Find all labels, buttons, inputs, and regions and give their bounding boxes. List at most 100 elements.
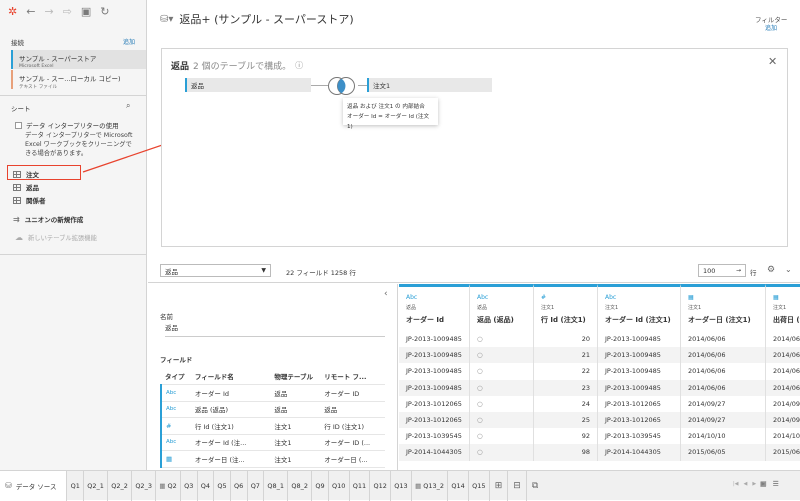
grid-cell[interactable]: JP-2013-1012065 bbox=[598, 395, 681, 412]
close-icon[interactable]: ✕ bbox=[768, 55, 777, 68]
grid-column-header[interactable]: # 注文1 行 Id (注文1) bbox=[534, 284, 598, 331]
list-view-icon[interactable]: ☰ bbox=[773, 480, 779, 488]
grid-cell[interactable]: 2014/06/06 bbox=[681, 379, 766, 396]
grid-cell[interactable]: 2014/06/06 bbox=[681, 347, 766, 364]
new-story-icon[interactable]: ⧉ bbox=[527, 471, 543, 501]
number-type-icon[interactable]: # bbox=[541, 294, 590, 301]
inner-join-icon[interactable] bbox=[326, 76, 358, 96]
grid-cell[interactable]: JP-2014-1044305 bbox=[399, 444, 470, 461]
grid-cell[interactable]: JP-2013-1009485 bbox=[399, 379, 470, 396]
grid-cell[interactable]: 2014/06/06 bbox=[681, 331, 766, 348]
grid-cell[interactable]: 2015/06/05 bbox=[681, 444, 766, 461]
grid-cell[interactable]: 2014/09/27 bbox=[681, 395, 766, 412]
type-icon[interactable]: Abc bbox=[160, 401, 191, 418]
worksheet-tab[interactable]: Q3 bbox=[181, 470, 198, 501]
table-select[interactable]: 返品 ▼ bbox=[160, 264, 271, 277]
grid-view-icon[interactable]: ▦ bbox=[760, 480, 767, 488]
info-icon[interactable]: ⓘ bbox=[295, 60, 303, 71]
gear-icon[interactable]: ⚙ bbox=[767, 265, 775, 275]
string-type-icon[interactable]: Abc bbox=[406, 294, 462, 301]
column-header[interactable]: リモート フ... bbox=[320, 368, 385, 385]
grid-column-header[interactable]: Abc 返品 返品 (返品) bbox=[470, 284, 534, 331]
grid-cell[interactable]: JP-2013-1009485 bbox=[598, 363, 681, 380]
canvas-table-returns[interactable]: 返品 bbox=[185, 78, 311, 92]
new-dashboard-icon[interactable]: ⊟ bbox=[508, 470, 527, 501]
grid-cell[interactable]: 20 bbox=[534, 331, 598, 348]
grid-cell[interactable]: 21 bbox=[534, 347, 598, 364]
grid-cell[interactable]: 2014/09/2 bbox=[766, 396, 800, 412]
grid-cell[interactable]: 25 bbox=[534, 411, 598, 429]
worksheet-tab[interactable]: Q5 bbox=[214, 470, 231, 501]
new-sheet-icon[interactable]: ⊞ bbox=[490, 470, 509, 501]
grid-cell[interactable]: 23 bbox=[534, 379, 598, 396]
rows-input[interactable]: 100 → bbox=[698, 264, 746, 277]
type-icon[interactable]: Abc bbox=[160, 434, 191, 451]
worksheet-tab[interactable]: Q4 bbox=[198, 470, 215, 501]
database-icon[interactable]: ⛁▾ bbox=[160, 14, 173, 25]
collapse-icon[interactable]: ‹ bbox=[384, 289, 388, 299]
grid-column-header[interactable]: ▦ 注文1 出荷日 (注文1) bbox=[766, 284, 800, 331]
grid-cell[interactable]: 2014/06/0 bbox=[766, 347, 800, 364]
column-header[interactable]: フィールド名 bbox=[190, 368, 271, 385]
worksheet-tab[interactable]: Q11 bbox=[350, 470, 371, 501]
grid-cell[interactable]: 2014/06/0 bbox=[766, 379, 800, 396]
grid-cell[interactable]: 2014/10/1 bbox=[766, 428, 800, 444]
column-header[interactable]: 物理テーブル bbox=[270, 368, 321, 385]
grid-column-header[interactable]: ▦ 注文1 オーダー日 (注文1) bbox=[681, 284, 766, 331]
grid-cell[interactable]: 2014/06/0 bbox=[766, 331, 800, 347]
calendar-icon[interactable]: ▦ bbox=[688, 294, 758, 301]
grid-cell[interactable]: JP-2013-1009485 bbox=[399, 331, 470, 348]
calendar-icon[interactable]: ▦ bbox=[773, 294, 798, 301]
worksheet-tab[interactable]: Q8_1 bbox=[264, 470, 289, 501]
grid-cell[interactable]: ○ bbox=[470, 444, 534, 461]
grid-cell[interactable]: ○ bbox=[470, 395, 534, 412]
grid-cell[interactable]: ○ bbox=[470, 411, 534, 429]
filter-add-link[interactable]: 追加 bbox=[765, 23, 777, 32]
chevron-down-icon[interactable]: ⌄ bbox=[785, 265, 792, 274]
worksheet-tab[interactable]: Q9 bbox=[312, 470, 329, 501]
grid-cell[interactable]: JP-2014-1044305 bbox=[598, 444, 681, 461]
grid-cell[interactable]: ○ bbox=[470, 331, 534, 348]
grid-cell[interactable]: JP-2013-1012065 bbox=[399, 395, 470, 412]
datasource-title[interactable]: 返品+ (サンプル - スーパーストア) bbox=[179, 11, 353, 27]
worksheet-tab[interactable]: ▦ Q13_2 bbox=[412, 470, 449, 501]
grid-cell[interactable]: ○ bbox=[470, 347, 534, 364]
grid-cell[interactable]: JP-2013-1012065 bbox=[598, 411, 681, 429]
name-value[interactable]: 返品 bbox=[165, 322, 385, 337]
worksheet-tab[interactable]: Q14 bbox=[448, 470, 469, 501]
table-row[interactable]: Abc オーダー Id 返品 オーダー ID bbox=[160, 384, 385, 402]
grid-cell[interactable]: 2014/09/27 bbox=[681, 411, 766, 429]
first-tab-icon[interactable]: |◀ bbox=[733, 481, 739, 487]
grid-cell[interactable]: 92 bbox=[534, 428, 598, 445]
grid-cell[interactable]: 22 bbox=[534, 363, 598, 380]
grid-column-header[interactable]: Abc 返品 オーダー Id bbox=[399, 284, 470, 331]
table-row[interactable]: Abc オーダー Id (注... 注文1 オーダー ID (... bbox=[160, 434, 385, 451]
worksheet-tab[interactable]: Q8_2 bbox=[288, 470, 313, 501]
calendar-icon[interactable]: ▦ bbox=[160, 450, 191, 468]
grid-cell[interactable]: 2014/09/2 bbox=[766, 411, 800, 429]
column-header[interactable]: タイプ bbox=[161, 368, 191, 385]
prev-tab-icon[interactable]: ◀ bbox=[744, 481, 748, 487]
worksheet-tab[interactable]: Q1 bbox=[67, 470, 85, 501]
tab-data-source[interactable]: ⛁ データ ソース bbox=[0, 470, 68, 501]
grid-cell[interactable]: ○ bbox=[470, 363, 534, 380]
worksheet-tab[interactable]: Q13 bbox=[391, 470, 412, 501]
table-row[interactable]: Abc 返品 (返品) 返品 返品 bbox=[160, 401, 385, 418]
grid-cell[interactable]: JP-2013-1009485 bbox=[399, 363, 470, 380]
grid-column-header[interactable]: Abc 注文1 オーダー Id (注文1) bbox=[598, 284, 681, 331]
worksheet-tab[interactable]: Q7 bbox=[248, 470, 265, 501]
next-tab-icon[interactable]: ▶ bbox=[752, 481, 756, 487]
worksheet-tab[interactable]: Q15 bbox=[469, 470, 490, 501]
worksheet-tab[interactable]: Q6 bbox=[231, 470, 248, 501]
worksheet-tab[interactable]: Q12 bbox=[370, 470, 392, 501]
grid-cell[interactable]: JP-2013-1012065 bbox=[399, 411, 470, 429]
worksheet-tab[interactable]: ▦ Q2 bbox=[156, 470, 181, 501]
type-icon[interactable]: # bbox=[160, 417, 191, 435]
grid-cell[interactable]: JP-2013-1009485 bbox=[399, 347, 470, 364]
string-type-icon[interactable]: Abc bbox=[605, 294, 673, 301]
table-row[interactable]: # 行 Id (注文1) 注文1 行 ID (注文1) bbox=[160, 417, 385, 435]
grid-cell[interactable]: JP-2013-1009485 bbox=[598, 347, 681, 364]
worksheet-tab[interactable]: Q2_2 bbox=[108, 470, 133, 501]
grid-cell[interactable]: 98 bbox=[534, 444, 598, 461]
grid-cell[interactable]: JP-2013-1009485 bbox=[598, 331, 681, 348]
